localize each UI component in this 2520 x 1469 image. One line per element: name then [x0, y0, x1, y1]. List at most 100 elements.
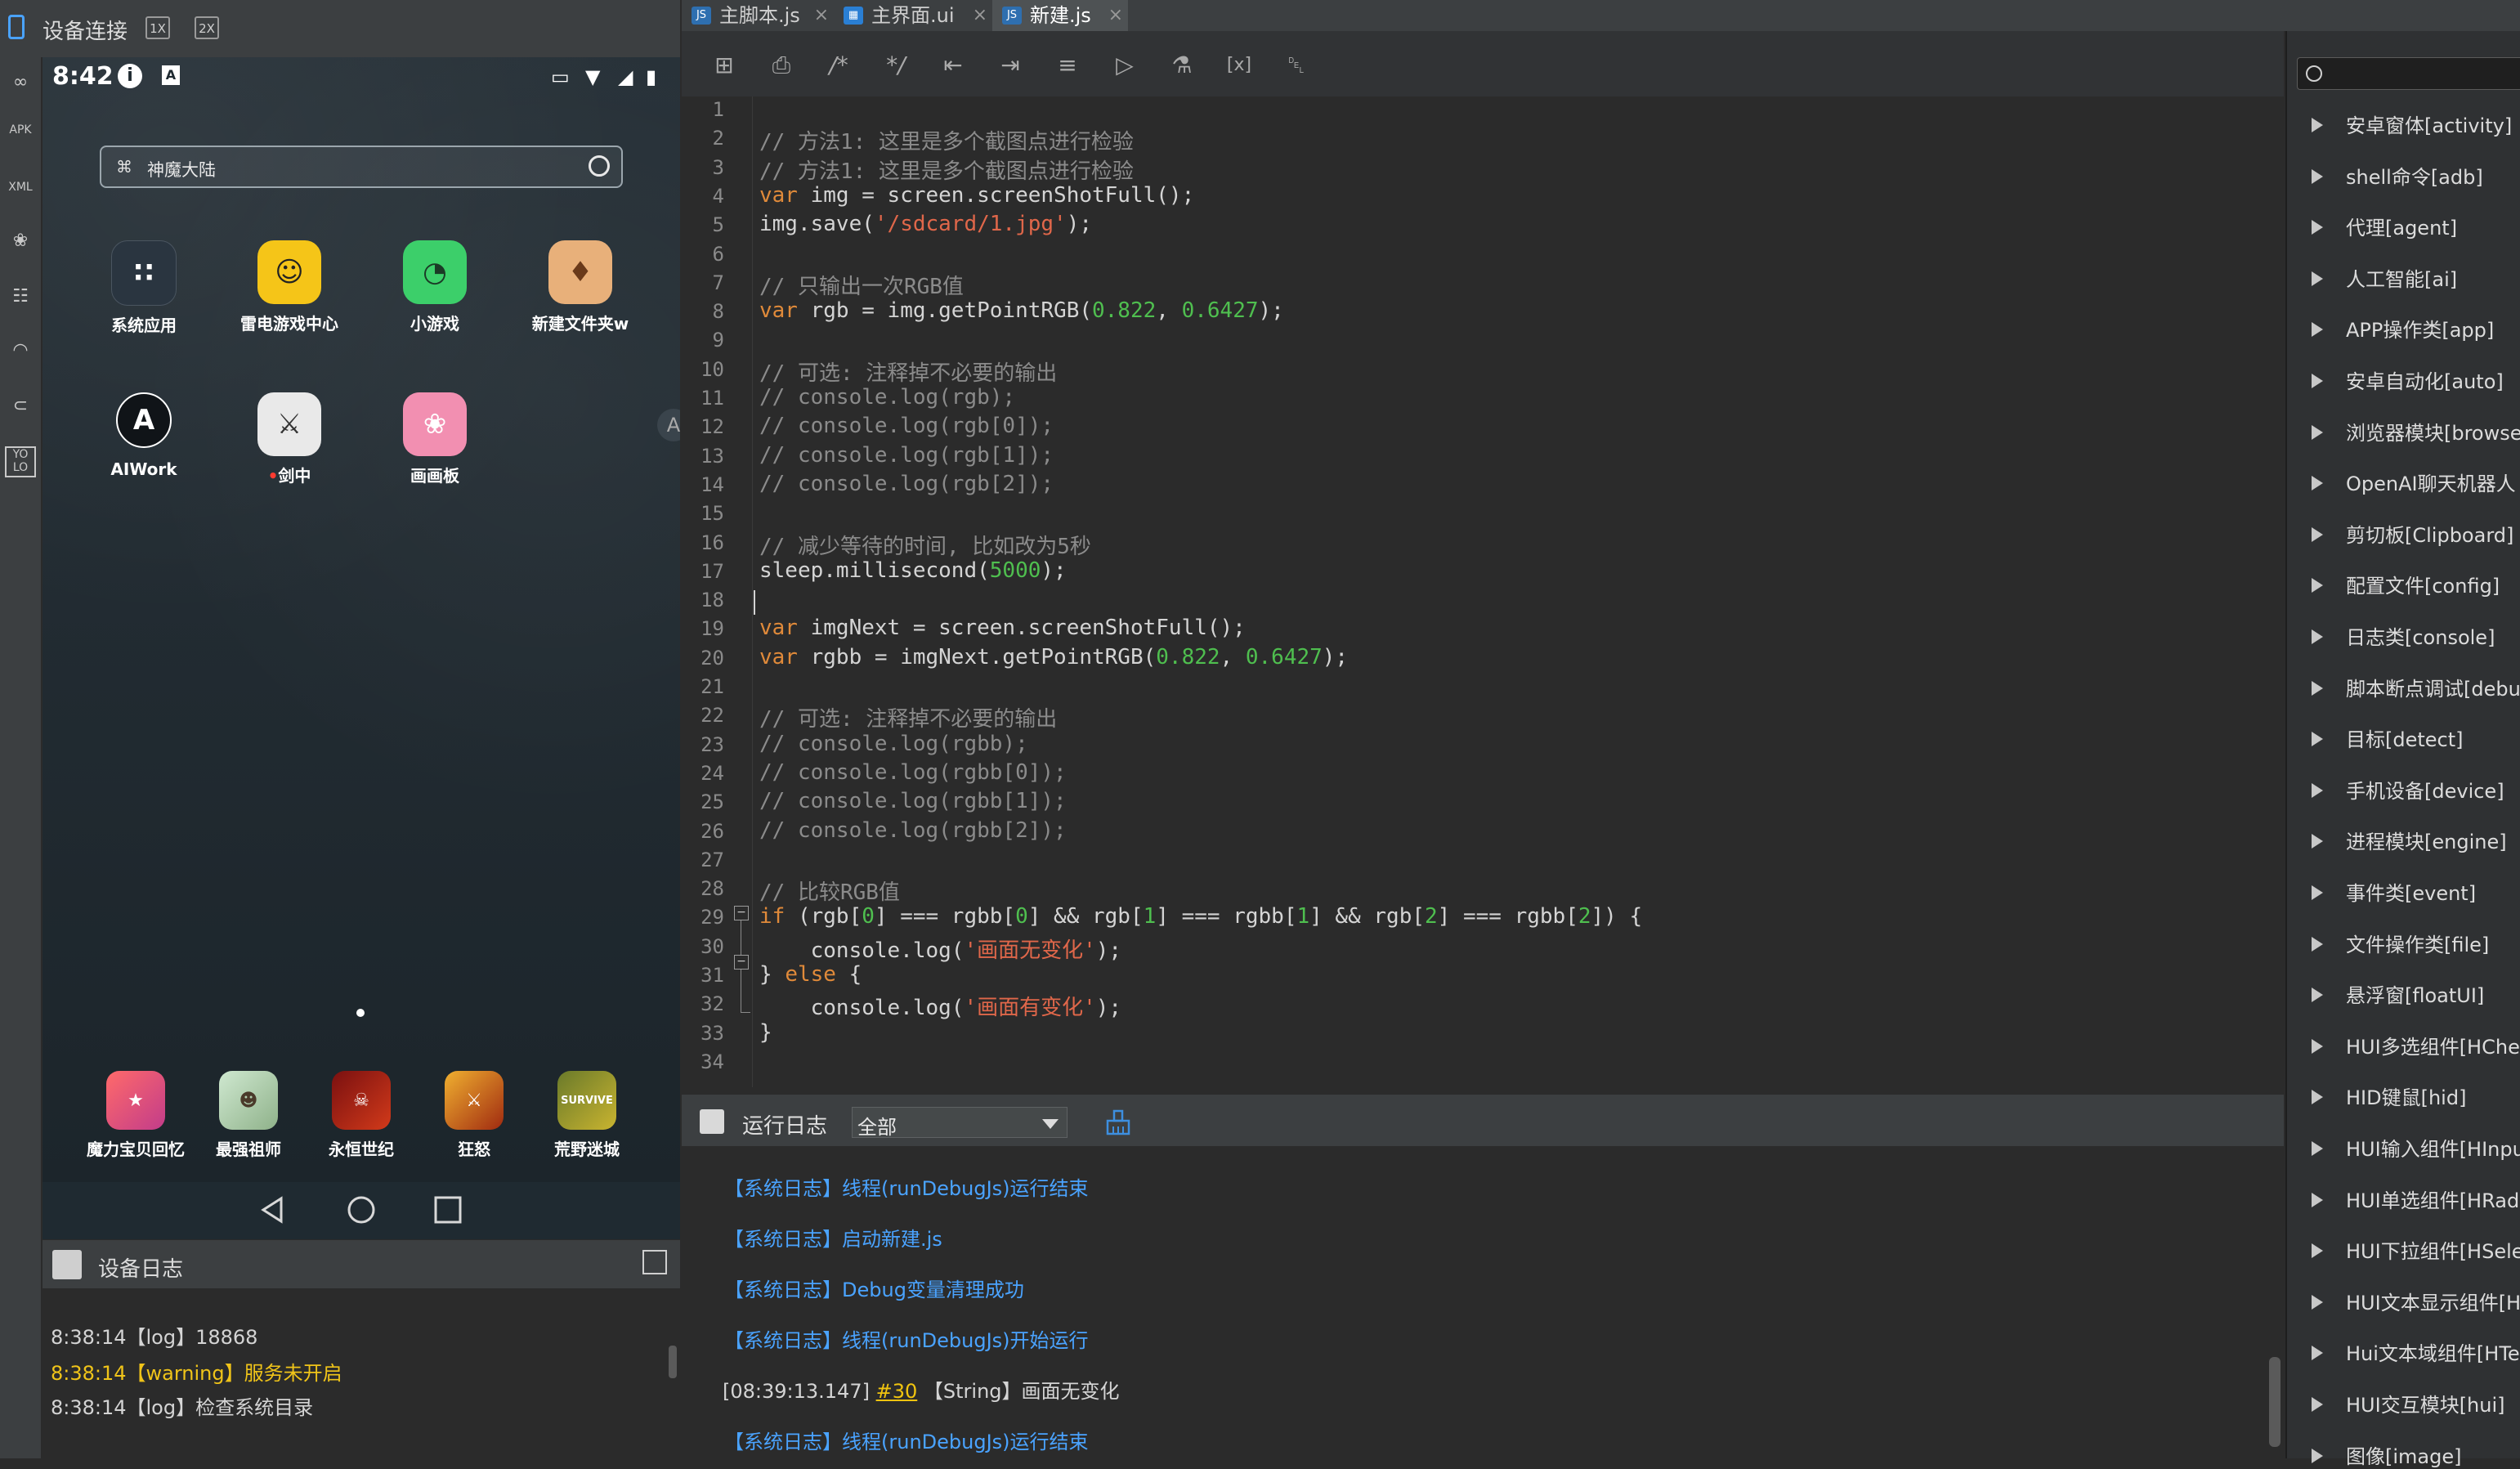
text-caret [754, 590, 755, 615]
line-number: 5 [712, 213, 724, 237]
dock-app-kuangnu[interactable]: ⚔ 狂怒 [417, 1071, 531, 1160]
search-icon [2306, 65, 2322, 82]
comment-icon[interactable]: /* [822, 49, 855, 82]
api-module-item[interactable]: 悬浮窗[floatUI] [2312, 979, 2484, 1008]
close-icon[interactable]: × [1108, 0, 1123, 31]
api-module-item[interactable]: OpenAI聊天机器人 [2312, 468, 2516, 496]
xml-icon[interactable]: XML [5, 172, 36, 203]
code-line: // 可选: 注释掉不必要的输出 [759, 707, 1058, 732]
dock-app-zushi[interactable]: ☻ 最强祖师 [191, 1071, 306, 1160]
code-scrollbar[interactable] [2272, 96, 2284, 1087]
dock-app-yongheng[interactable]: ☠ 永恒世纪 [304, 1071, 419, 1160]
wifi-icon[interactable]: ◠ [5, 335, 36, 366]
device-log-scrollbar[interactable] [669, 1346, 677, 1378]
api-module-item[interactable]: 安卓自动化[auto] [2312, 365, 2504, 394]
recents-nav-icon[interactable] [432, 1194, 464, 1226]
apk-icon[interactable]: APK [5, 114, 36, 146]
outdent-icon[interactable]: ⇤ [937, 49, 969, 82]
tab-main-script[interactable]: JS 主脚本.js × [682, 0, 834, 31]
api-module-item[interactable]: HUI下拉组件[HSele [2312, 1235, 2520, 1264]
code-editor[interactable]: // 方法1: 这里是多个截图点进行检验 // 方法1: 这里是多个截图点进行检验… [752, 96, 2285, 1087]
usb-icon[interactable]: ⊂ [5, 391, 36, 422]
link-icon[interactable]: ∞ [5, 67, 36, 98]
app-paint[interactable]: ❀ 画画板 [369, 392, 500, 486]
code-line: var imgNext = screen.screenShotFull(); [759, 616, 1246, 641]
tab-new-js[interactable]: JS 新建.js × [992, 0, 1128, 31]
run-icon[interactable]: ▷ [1108, 49, 1141, 82]
run-log-line: 【系统日志】线程(runDebugJs)运行结束 [724, 1431, 1089, 1453]
yolo-icon[interactable]: YO LO [5, 446, 36, 477]
flask-icon[interactable]: ⚗ [1166, 49, 1198, 82]
js-file-icon: JS [692, 7, 711, 25]
palette-icon[interactable]: ❀ [5, 226, 36, 257]
expand-arrow-icon [2312, 680, 2323, 696]
back-nav-icon[interactable] [257, 1194, 289, 1226]
dock-app-survive[interactable]: SURVIVE 荒野迷城 [530, 1071, 644, 1160]
search-icon[interactable] [589, 155, 610, 177]
api-module-item[interactable]: 图像[image] [2312, 1440, 2461, 1469]
api-module-item[interactable]: 人工智能[ai] [2312, 263, 2457, 292]
api-module-item[interactable]: Hui文本域组件[HTe [2312, 1337, 2520, 1366]
app-aiwork[interactable]: A AIWork [78, 392, 209, 479]
api-module-item[interactable]: HID键鼠[hid] [2312, 1082, 2466, 1110]
api-module-item[interactable]: 日志类[console] [2312, 621, 2495, 650]
app-game-center[interactable]: ☺ 雷电游戏中心 [224, 240, 355, 334]
app-system[interactable]: ∷ 系统应用 [78, 240, 209, 336]
api-module-item[interactable]: 安卓窗体[activity] [2312, 110, 2512, 138]
api-module-item[interactable]: shell命令[adb] [2312, 161, 2483, 190]
phone-search-bar[interactable]: ⌘ 神魔大陆 [100, 146, 623, 188]
run-log-scrollbar[interactable] [2269, 1357, 2281, 1447]
expand-arrow-icon [2312, 168, 2323, 184]
export-log-icon[interactable] [642, 1250, 667, 1274]
app-new-folder[interactable]: ♦ 新建文件夹w [515, 240, 646, 334]
api-module-item[interactable]: 文件操作类[file] [2312, 929, 2489, 957]
api-module-item[interactable]: APP操作类[app] [2312, 314, 2494, 343]
api-module-item[interactable]: 配置文件[config] [2312, 570, 2500, 598]
api-module-item[interactable]: 手机设备[device] [2312, 775, 2504, 804]
api-module-item[interactable]: HUI多选组件[HChe [2312, 1031, 2520, 1059]
tree-icon[interactable]: ☷ [5, 281, 36, 312]
tab-main-ui[interactable]: ▦ 主界面.ui × [834, 0, 992, 31]
new-file-icon[interactable]: ⊞ [708, 49, 741, 82]
api-module-item[interactable]: 脚本断点调试[debu [2312, 673, 2520, 701]
home-nav-icon[interactable] [345, 1194, 378, 1226]
indent-icon[interactable]: ⇥ [994, 49, 1027, 82]
fold-toggle-icon[interactable]: − [734, 955, 749, 970]
api-module-item[interactable]: 剪切板[Clipboard] [2312, 519, 2513, 548]
delete-icon[interactable]: ␡ [1280, 49, 1313, 82]
broom-clear-icon[interactable] [1103, 1108, 1133, 1138]
line-number: 1 [712, 98, 724, 121]
scale-2x-button[interactable]: 2X [195, 16, 219, 39]
phone-screen[interactable]: 8:42 i A ▭ ▼ ◢ ▮ ⌘ 神魔大陆 ∷ 系统应用 ☺ 雷电游戏中心 … [43, 57, 680, 1185]
run-log-filter-select[interactable]: 全部 [852, 1107, 1068, 1139]
variable-icon[interactable]: [x] [1223, 49, 1256, 82]
api-module-item[interactable]: HUI单选组件[HRad [2312, 1185, 2519, 1213]
api-module-item[interactable]: HUI输入组件[HInpu [2312, 1133, 2520, 1162]
api-module-label: shell命令[adb] [2346, 165, 2483, 189]
api-module-item[interactable]: 事件类[event] [2312, 877, 2476, 906]
uncomment-icon[interactable]: */ [880, 49, 912, 82]
app-jianzhong[interactable]: ⚔ •剑中 [224, 392, 355, 486]
api-module-item[interactable]: 目标[detect] [2312, 723, 2464, 752]
dock-app-moli[interactable]: ★ 魔力宝贝回忆 [78, 1071, 193, 1160]
run-log-line: 【系统日志】线程(runDebugJs)开始运行 [724, 1329, 1089, 1352]
code-line: sleep.millisecond(5000); [759, 558, 1067, 583]
fold-toggle-icon[interactable]: − [734, 906, 749, 920]
log-line-link[interactable]: #30 [876, 1380, 918, 1403]
print-icon[interactable]: ⎙ [765, 49, 798, 82]
code-line: console.log('画面无变化'); [759, 938, 1122, 963]
close-icon[interactable]: × [973, 0, 987, 31]
api-search-input[interactable] [2297, 57, 2520, 90]
api-module-item[interactable]: HUI文本显示组件[H [2312, 1287, 2520, 1315]
app-mini-games[interactable]: ◔ 小游戏 [369, 240, 500, 334]
format-icon[interactable]: ≡ [1051, 49, 1084, 82]
line-number: 12 [700, 415, 724, 439]
api-module-item[interactable]: HUI交互模块[hui] [2312, 1389, 2505, 1417]
api-module-item[interactable]: 浏览器模块[browse [2312, 417, 2520, 446]
api-module-item[interactable]: 代理[agent] [2312, 212, 2457, 240]
expand-arrow-icon [2312, 629, 2323, 644]
api-module-item[interactable]: 进程模块[engine] [2312, 826, 2507, 854]
scale-1x-button[interactable]: 1X [145, 16, 170, 39]
close-icon[interactable]: × [814, 0, 829, 31]
dock-label: 荒野迷城 [554, 1140, 620, 1159]
